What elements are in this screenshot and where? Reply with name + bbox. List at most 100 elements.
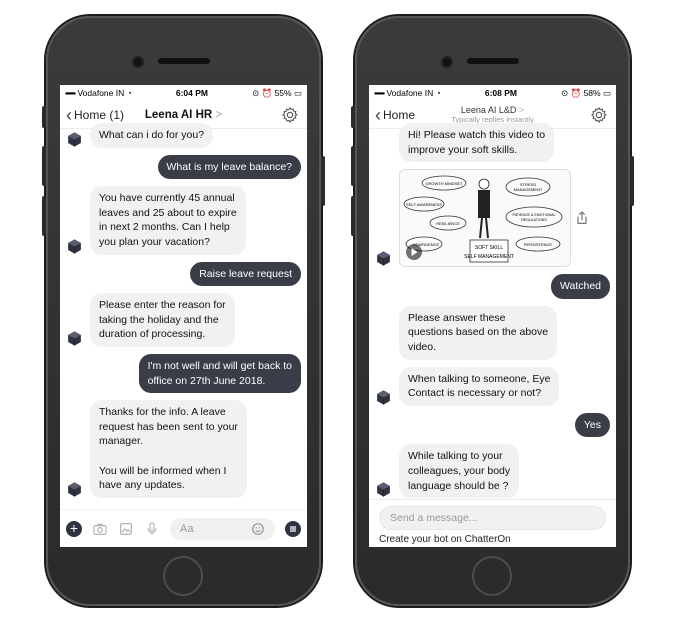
outgoing-message-bubble[interactable]: What is my leave balance?	[157, 154, 301, 180]
volume-up-button	[42, 146, 46, 186]
message-row-incoming: You have currently 45 annual leaves and …	[66, 186, 301, 255]
power-button	[630, 156, 634, 206]
message-row-incoming: While talking to your colleagues, your b…	[375, 444, 610, 499]
message-row-incoming: Thanks for the info. A leave request has…	[66, 400, 301, 498]
chevron-left-icon: ‹	[66, 104, 72, 125]
video-label: PERSISTENCE	[524, 242, 553, 247]
chevron-left-icon: ‹	[375, 104, 381, 125]
bot-avatar-icon	[68, 482, 81, 497]
video-illustration: GROWTH MINDSET STRESSMANAGEMENTSELF AWARE…	[403, 175, 563, 263]
menu-icon[interactable]	[285, 520, 301, 537]
incoming-message-bubble[interactable]: While talking to your colleagues, your b…	[399, 444, 520, 499]
gear-icon[interactable]	[281, 106, 299, 124]
message-input[interactable]: Send a message...	[379, 506, 606, 530]
power-button	[321, 156, 325, 206]
message-list: Hi! Please watch this video to improve y…	[369, 123, 616, 499]
bot-avatar-icon	[377, 251, 390, 266]
volume-up-button	[351, 146, 355, 186]
screen-left: ▪▪▪▪▪ Vodafone IN ◔ 6:04 PM ⊙ ⏰ 55% ▭ ‹ …	[60, 85, 307, 547]
input-placeholder: Send a message...	[390, 512, 478, 524]
message-input[interactable]: Aa	[170, 517, 275, 540]
message-row-outgoing: I'm not well and will get back to office…	[66, 353, 301, 394]
bot-avatar-icon	[68, 238, 81, 254]
title-label: Leena AI L&D	[460, 105, 517, 115]
message-row-outgoing: Raise leave request	[66, 261, 301, 287]
incoming-message-bubble[interactable]: Please enter the reason for taking the h…	[90, 293, 235, 347]
incoming-message-bubble[interactable]: Please answer these questions based on t…	[399, 305, 558, 360]
carrier-label: ▪▪▪▪▪ Vodafone IN ◔	[374, 88, 441, 98]
composer-bar: + Aa	[60, 509, 307, 547]
incoming-message-bubble[interactable]: What can i do for you?	[90, 123, 214, 148]
emoji-icon[interactable]	[251, 522, 265, 536]
video-caption: SELF MANAGEMENT	[464, 254, 514, 260]
message-row-outgoing: Watched	[375, 274, 610, 299]
message-row-incoming: Please answer these questions based on t…	[375, 305, 610, 360]
message-row-incoming: GROWTH MINDSET STRESS MANAGEMENT SELF AWARE…	[375, 169, 610, 268]
incoming-message-bubble[interactable]: You have currently 45 annual leaves and …	[90, 186, 246, 255]
front-camera	[134, 58, 142, 66]
video-caption: SOFT SKILL	[475, 245, 503, 251]
battery-indicator: ⊙ ⏰ 55% ▭	[252, 87, 302, 98]
status-bar: ▪▪▪▪▪ Vodafone IN ◔ 6:04 PM ⊙ ⏰ 55% ▭	[60, 85, 307, 101]
clock: 6:08 PM	[484, 88, 517, 98]
message-row-incoming: Please enter the reason for taking the h…	[66, 293, 301, 347]
gear-icon[interactable]	[590, 106, 608, 124]
back-button[interactable]: ‹ Home (1)	[66, 104, 125, 125]
mute-switch	[42, 106, 46, 128]
incoming-message-bubble[interactable]: When talking to someone, Eye Contact is …	[399, 366, 560, 406]
status-bar: ▪▪▪▪▪ Vodafone IN ◔ 6:08 PM ⊙ ⏰ 58% ▭	[369, 85, 616, 101]
earpiece-speaker	[158, 58, 210, 64]
outgoing-message-bubble[interactable]: I'm not well and will get back to office…	[138, 353, 301, 394]
incoming-message-bubble[interactable]: Thanks for the info. A leave request has…	[90, 400, 247, 498]
message-row-incoming: Hi! Please watch this video to improve y…	[375, 123, 610, 163]
carrier-label: ▪▪▪▪▪ Vodafone IN ◔	[65, 88, 132, 98]
video-label: SELF AWARENESS	[406, 202, 442, 207]
bot-avatar-icon	[68, 331, 81, 346]
message-row-incoming: What can i do for you?	[66, 123, 301, 148]
video-label: MANAGEMENT	[514, 187, 543, 192]
volume-down-button	[351, 196, 355, 236]
back-button[interactable]: ‹ Home	[375, 104, 416, 125]
camera-icon[interactable]	[92, 521, 108, 537]
phone-left: ▪▪▪▪▪ Vodafone IN ◔ 6:04 PM ⊙ ⏰ 55% ▭ ‹ …	[42, 16, 325, 606]
phone-right: ▪▪▪▪▪ Vodafone IN ◔ 6:08 PM ⊙ ⏰ 58% ▭ ‹ …	[351, 16, 634, 606]
back-label: Home (1)	[74, 107, 125, 122]
message-list: What can i do for you? What is my leave b…	[60, 123, 307, 498]
bot-avatar-icon	[377, 482, 390, 497]
earpiece-speaker	[467, 58, 519, 64]
home-button[interactable]	[163, 556, 203, 596]
share-icon[interactable]	[574, 209, 590, 227]
bot-avatar-icon	[377, 390, 390, 405]
screen-right: ▪▪▪▪▪ Vodafone IN ◔ 6:08 PM ⊙ ⏰ 58% ▭ ‹ …	[369, 85, 616, 547]
outgoing-message-bubble[interactable]: Yes	[574, 412, 610, 438]
title-text: Leena AI L&D >	[461, 105, 524, 115]
message-row-outgoing: What is my leave balance?	[66, 154, 301, 180]
video-thumbnail[interactable]: GROWTH MINDSET STRESS MANAGEMENT SELF AWARE…	[399, 169, 571, 268]
clock: 6:04 PM	[175, 88, 208, 98]
title-text: Leena AI HR >	[145, 109, 222, 121]
powered-by-footer[interactable]: Create your bot on ChatterOn	[379, 534, 511, 545]
video-label: GROWTH MINDSET	[425, 181, 463, 186]
back-label: Home	[383, 107, 416, 122]
bot-avatar-icon	[68, 132, 81, 147]
microphone-icon[interactable]	[144, 521, 160, 537]
title-label: Leena AI HR	[144, 108, 213, 121]
title-chevron-icon: >	[518, 105, 525, 115]
title-chevron-icon: >	[215, 108, 223, 121]
add-icon[interactable]: +	[66, 520, 82, 537]
mute-switch	[351, 106, 355, 128]
volume-down-button	[42, 196, 46, 236]
message-row-outgoing: Yes	[375, 412, 610, 438]
battery-indicator: ⊙ ⏰ 58% ▭	[561, 87, 611, 98]
message-row-incoming: When talking to someone, Eye Contact is …	[375, 366, 610, 406]
video-label: PATIENCE & EMOTIONAL	[513, 213, 556, 217]
video-label: REGULATIONS	[521, 218, 547, 222]
video-label: RESILIENCE	[436, 221, 460, 226]
front-camera	[443, 58, 451, 66]
outgoing-message-bubble[interactable]: Raise leave request	[190, 261, 301, 287]
home-button[interactable]	[472, 556, 512, 596]
outgoing-message-bubble[interactable]: Watched	[550, 274, 610, 299]
composer-bar: Send a message... Create your bot on Cha…	[369, 499, 616, 545]
gallery-icon[interactable]	[118, 521, 134, 537]
incoming-message-bubble[interactable]: Hi! Please watch this video to improve y…	[399, 123, 555, 163]
